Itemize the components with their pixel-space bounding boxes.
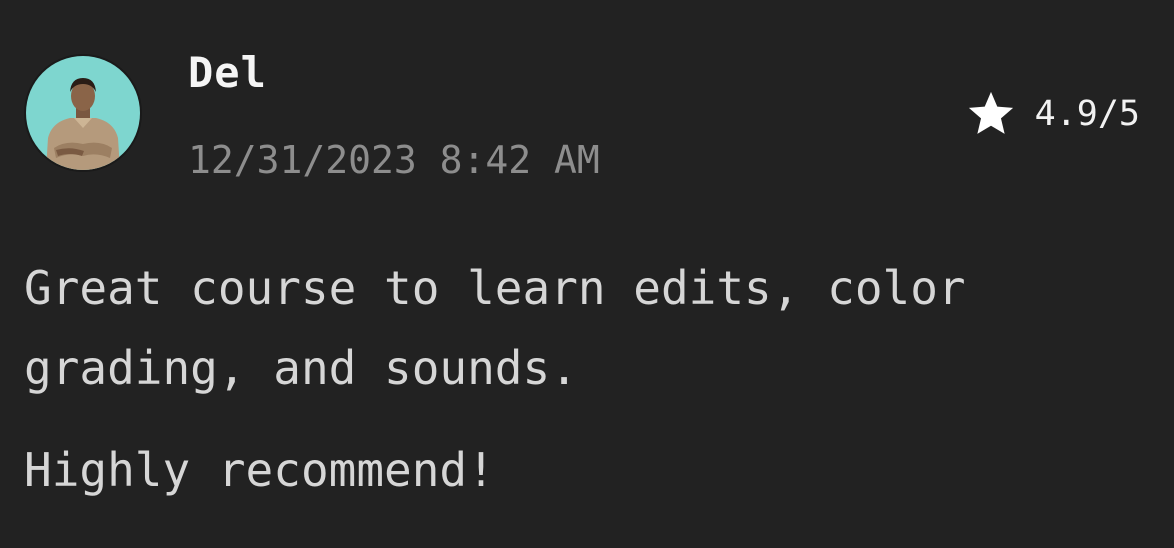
review-text-line: grading, and sounds. bbox=[24, 341, 578, 395]
review-text-line: Great course to learn edits, color bbox=[24, 261, 966, 315]
review-timestamp: 12/31/2023 8:42 AM bbox=[188, 138, 600, 182]
rating: 4.9/5 bbox=[965, 88, 1140, 140]
avatar-image bbox=[26, 56, 140, 170]
rating-value: 4.9/5 bbox=[1034, 94, 1140, 134]
review-text: Great course to learn edits, color gradi… bbox=[24, 248, 1144, 408]
review-closing-text: Highly recommend! bbox=[24, 443, 495, 497]
author-name: Del bbox=[188, 48, 267, 97]
review-card: Del 12/31/2023 8:42 AM 4.9/5 Great cours… bbox=[0, 0, 1174, 548]
avatar[interactable] bbox=[24, 54, 142, 172]
star-icon bbox=[968, 91, 1013, 134]
